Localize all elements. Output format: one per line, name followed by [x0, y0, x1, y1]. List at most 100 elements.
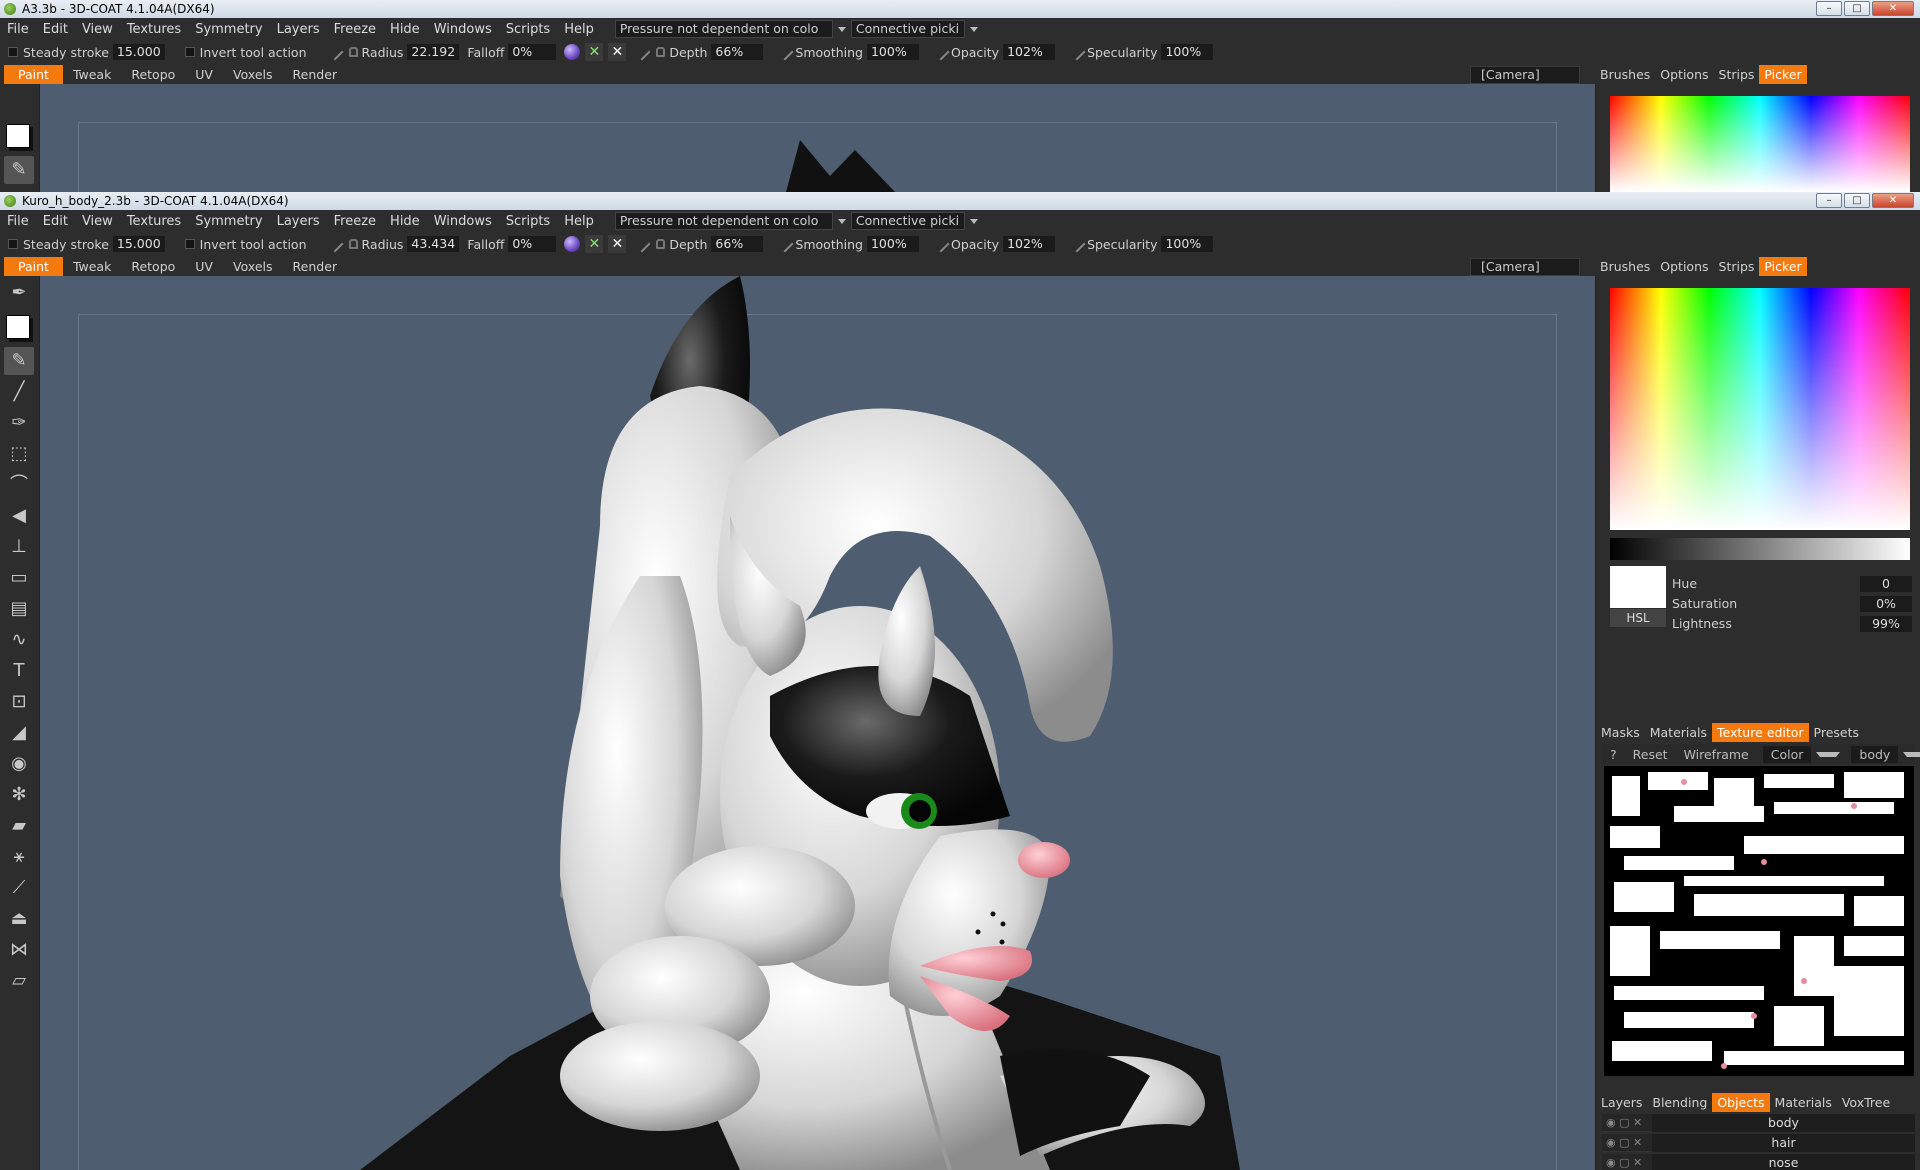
menu-file[interactable]: File — [0, 22, 36, 37]
chevron-down-icon[interactable] — [837, 26, 846, 32]
menu-view[interactable]: View — [75, 214, 120, 229]
room-retopo[interactable]: Retopo — [121, 257, 185, 276]
pen-icon[interactable]: ✒ — [4, 279, 34, 307]
pressure-combo[interactable]: Pressure not dependent on colo — [614, 212, 833, 230]
sphere-icon[interactable] — [564, 236, 581, 252]
tab-picker[interactable]: Picker — [1759, 256, 1807, 276]
depth-value[interactable]: 66% — [711, 236, 764, 252]
reset-button[interactable]: Reset — [1625, 747, 1676, 762]
object-name[interactable]: body — [1652, 1114, 1915, 1132]
tab-strips[interactable]: Strips — [1714, 65, 1760, 84]
minimize-button[interactable]: – — [1816, 193, 1842, 208]
menu-hide[interactable]: Hide — [383, 214, 427, 229]
room-voxels[interactable]: Voxels — [223, 257, 283, 276]
steady-stroke-value[interactable]: 15.000 — [112, 44, 165, 60]
specularity-value[interactable]: 100% — [1161, 44, 1214, 60]
pen-pressure-icon[interactable] — [932, 43, 950, 61]
white-x-icon[interactable]: ✕ — [608, 235, 627, 253]
window-titlebar[interactable]: Kuro_h_body_2.3b - 3D-COAT 4.1.04A(DX64)… — [0, 192, 1920, 210]
minimize-button[interactable]: – — [1816, 1, 1842, 16]
rect-icon[interactable]: ▭ — [4, 564, 34, 592]
smudge-icon[interactable]: ⌒ — [4, 471, 34, 499]
room-uv[interactable]: UV — [185, 65, 223, 84]
tab-options[interactable]: Options — [1655, 65, 1713, 84]
menu-windows[interactable]: Windows — [427, 214, 499, 229]
saturation-value[interactable]: 0% — [1860, 596, 1912, 612]
pipette-icon[interactable]: ⟋ — [4, 874, 34, 902]
grayscale-bar[interactable] — [1610, 538, 1910, 560]
page-icon[interactable]: ▤ — [4, 595, 34, 623]
chevron-down-icon[interactable] — [837, 218, 846, 224]
tab-presets[interactable]: Presets — [1809, 723, 1865, 742]
text-icon[interactable]: T — [4, 657, 34, 685]
maximize-button[interactable]: □ — [1844, 193, 1870, 208]
falloff-value[interactable]: 0% — [508, 236, 557, 252]
pen-pressure-icon[interactable] — [326, 235, 343, 253]
menu-textures[interactable]: Textures — [120, 22, 188, 37]
pen-pressure-icon[interactable] — [1068, 235, 1086, 253]
eraser-icon[interactable]: ◢ — [4, 719, 34, 747]
specularity-value[interactable]: 100% — [1161, 236, 1214, 252]
tab-materials-voxtree[interactable]: Materials — [1770, 1093, 1837, 1112]
tab-options[interactable]: Options — [1655, 257, 1713, 276]
lock-icon[interactable] — [656, 47, 666, 57]
steady-stroke-checkbox[interactable] — [8, 239, 18, 249]
help-button[interactable]: ? — [1602, 747, 1625, 762]
menu-help[interactable]: Help — [557, 214, 601, 229]
falloff-value[interactable]: 0% — [508, 44, 557, 60]
eye-icon[interactable]: ◉ — [4, 750, 34, 778]
object-select[interactable]: body — [1851, 745, 1899, 763]
viewport[interactable] — [40, 84, 1595, 192]
hsl-button[interactable]: HSL — [1610, 609, 1666, 627]
chevron-down-icon[interactable] — [1816, 751, 1841, 757]
radius-value[interactable]: 43.434 — [407, 236, 460, 252]
camera-select[interactable]: [Camera] — [1470, 258, 1580, 276]
visibility-eye-icon[interactable]: ◉ ▢ ✕ — [1606, 1116, 1642, 1129]
pen-pressure-icon[interactable] — [633, 235, 651, 253]
camera-select[interactable]: [Camera] — [1470, 66, 1580, 84]
room-uv[interactable]: UV — [185, 257, 223, 276]
menu-textures[interactable]: Textures — [120, 214, 188, 229]
white-x-icon[interactable]: ✕ — [608, 43, 627, 61]
airbrush-icon[interactable]: ✑ — [4, 409, 34, 437]
iron-icon[interactable]: ⏏ — [4, 905, 34, 933]
chevron-down-icon[interactable] — [1903, 751, 1920, 757]
room-retopo[interactable]: Retopo — [121, 65, 185, 84]
radius-value[interactable]: 22.192 — [407, 44, 460, 60]
tab-brushes[interactable]: Brushes — [1595, 65, 1655, 84]
tab-materials[interactable]: Materials — [1645, 723, 1712, 742]
green-x-icon[interactable]: ✕ — [585, 235, 604, 253]
pressure-combo[interactable]: Pressure not dependent on colo — [614, 20, 833, 38]
color-spectrum[interactable] — [1610, 96, 1910, 192]
pen-pressure-icon[interactable] — [1068, 43, 1086, 61]
viewport[interactable] — [40, 276, 1595, 1170]
object-row[interactable]: ◉ ▢ ✕ nose — [1602, 1154, 1915, 1170]
fill-icon[interactable]: ⬚ — [4, 440, 34, 468]
uv-texture-preview[interactable] — [1604, 766, 1914, 1076]
menu-edit[interactable]: Edit — [36, 214, 75, 229]
visibility-eye-icon[interactable]: ◉ ▢ ✕ — [1606, 1136, 1642, 1149]
window-titlebar[interactable]: A3.3b - 3D-COAT 4.1.04A(DX64) – □ ✕ — [0, 0, 1920, 18]
smoothing-value[interactable]: 100% — [866, 236, 919, 252]
green-x-icon[interactable]: ✕ — [585, 43, 604, 61]
room-paint[interactable]: Paint — [4, 256, 63, 276]
butterfly-icon[interactable]: ⋈ — [4, 936, 34, 964]
tab-objects[interactable]: Objects — [1712, 1092, 1770, 1112]
pen-pressure-icon[interactable] — [776, 43, 794, 61]
connective-combo[interactable]: Connective picki — [850, 212, 965, 230]
room-tweak[interactable]: Tweak — [63, 65, 121, 84]
menu-scripts[interactable]: Scripts — [499, 214, 557, 229]
object-row[interactable]: ◉ ▢ ✕ hair — [1602, 1134, 1915, 1152]
lock-icon[interactable] — [348, 47, 358, 57]
lock-icon[interactable] — [656, 239, 666, 249]
line-icon[interactable]: ╱ — [4, 378, 34, 406]
menu-file[interactable]: File — [0, 214, 36, 229]
pen-pressure-icon[interactable] — [932, 235, 950, 253]
menu-layers[interactable]: Layers — [270, 22, 327, 37]
menu-symmetry[interactable]: Symmetry — [188, 22, 269, 37]
brush-icon[interactable]: ✎ — [4, 156, 34, 184]
color-swatch[interactable] — [6, 124, 30, 148]
chevron-down-icon[interactable] — [969, 26, 978, 32]
menu-view[interactable]: View — [75, 22, 120, 37]
snowflake-icon[interactable]: ✻ — [4, 781, 34, 809]
